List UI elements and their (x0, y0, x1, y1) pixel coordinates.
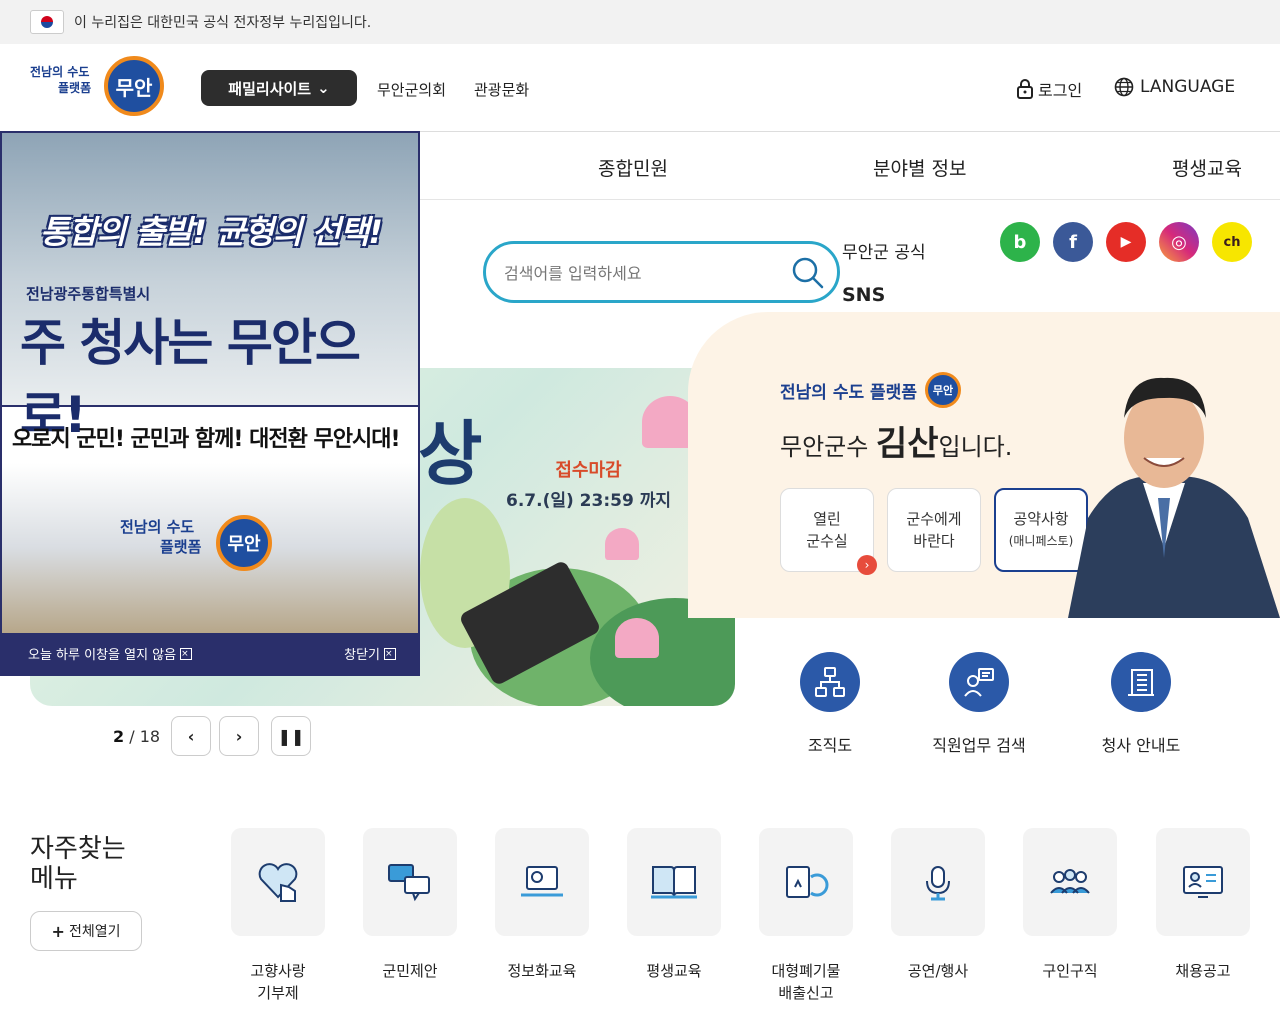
slider-controls: 2 / 18 ‹ › ❚❚ (113, 716, 311, 756)
pause-icon: ❚❚ (277, 726, 305, 746)
nav-field-info[interactable]: 분야별 정보 (873, 154, 966, 181)
building-icon (1111, 652, 1171, 712)
mayor-panel: 전남의 수도 플랫폼 무안 무안군수 김산입니다. 열린 군수실 › 군수에게 바란… (688, 312, 1280, 618)
chevron-left-icon: ‹ (187, 726, 195, 746)
menu-bulky-waste[interactable]: 대형폐기물 배출신고 (759, 828, 853, 1004)
popup-footer: 오늘 하루 이창을 열지 않음 × 창닫기 × (2, 633, 418, 674)
facebook-icon[interactable]: f (1053, 222, 1093, 262)
search-icon[interactable] (791, 256, 825, 290)
prev-slide-button[interactable]: ‹ (171, 716, 211, 756)
tourism-link[interactable]: 관광문화 (474, 79, 529, 100)
next-slide-button[interactable]: › (219, 716, 259, 756)
kakao-channel-icon[interactable]: ch (1212, 222, 1252, 262)
youtube-icon[interactable]: ▶ (1106, 222, 1146, 262)
mayor-title: 무안군수 김산입니다. (780, 424, 1013, 464)
logo-slogan: 전남의 수도 플랫폼 (30, 65, 92, 95)
popup-close-button[interactable]: 창닫기 × (344, 644, 396, 663)
slide-counter: 2 / 18 (113, 726, 161, 746)
open-all-button[interactable]: + 전체열기 (30, 911, 142, 951)
logo-badge: 무안 (104, 56, 164, 116)
nav-lifelong-education[interactable]: 평생교육 (1172, 154, 1242, 181)
popup-subheadline: 전남광주통합특별시 (26, 285, 151, 303)
recycle-icon (786, 866, 829, 898)
plus-icon: + (51, 921, 65, 941)
chat-bubbles-icon (388, 864, 430, 902)
building-guide-link[interactable]: 청사 안내도 (1066, 652, 1216, 756)
popup-hide-today-button[interactable]: 오늘 하루 이창을 열지 않음 × (28, 644, 193, 663)
menu-events[interactable]: 공연/행사 (891, 828, 985, 982)
menu-lifelong-education[interactable]: 평생교육 (627, 828, 721, 982)
menu-citizen-proposal[interactable]: 군민제안 (363, 828, 457, 982)
close-box-icon: × (384, 647, 396, 660)
heart-hand-icon (258, 863, 298, 902)
chevron-right-icon: › (235, 726, 243, 746)
laptop-icon (521, 866, 563, 897)
open-mayor-office-button[interactable]: 열린 군수실 › (780, 488, 877, 575)
id-card-icon (1183, 866, 1223, 898)
request-to-mayor-button[interactable]: 군수에게 바란다 (887, 488, 981, 572)
mayor-panel-logo: 전남의 수도 플랫폼 무안 (780, 372, 961, 408)
lock-icon (1017, 79, 1033, 99)
staff-search-link[interactable]: 직원업무 검색 (904, 652, 1054, 756)
menu-hometown-donation[interactable]: 고향사랑 기부제 (231, 828, 325, 1004)
login-button[interactable]: 로그인 (1016, 77, 1082, 101)
hero-deadline: 접수마감 6.7.(일) 23:59 까지 (506, 460, 671, 511)
mayor-photo (1068, 377, 1280, 618)
menu-recruitment[interactable]: 채용공고 (1156, 828, 1250, 982)
site-header: 전남의 수도 플랫폼 무안 패밀리사이트 ⌄ 무안군의회 관광문화 로그인 LA… (0, 44, 1280, 132)
search-box (483, 241, 840, 303)
notice-popup: 통합의 출발! 균형의 선택! 전남광주통합특별시 주 청사는 무안으로! 오로… (0, 131, 420, 676)
popup-logo-text: 전남의 수도 플랫폼 (120, 518, 202, 556)
menu-it-education[interactable]: 정보화교육 (495, 828, 589, 982)
nav-civil-service[interactable]: 종합민원 (598, 154, 668, 181)
korea-flag-icon (30, 10, 64, 34)
frequent-menu-title: 자주찾는 메뉴 (30, 834, 126, 894)
family-site-button[interactable]: 패밀리사이트 ⌄ (201, 70, 357, 106)
instagram-icon[interactable]: ◎ (1159, 222, 1199, 262)
gov-banner-text: 이 누리집은 대한민국 공식 전자정부 누리집입니다. (74, 15, 372, 31)
arrow-right-icon: › (857, 555, 877, 575)
council-link[interactable]: 무안군의회 (377, 79, 446, 100)
menu-job-search[interactable]: 구인구직 (1023, 828, 1117, 982)
search-input[interactable] (504, 260, 784, 286)
popup-headline: 통합의 출발! 균형의 선택! (40, 213, 383, 251)
open-book-icon (651, 866, 697, 899)
hero-title-fragment: 상 (418, 413, 483, 495)
popup-top-image: 통합의 출발! 균형의 선택! 전남광주통합특별시 주 청사는 무안으로! (2, 133, 418, 444)
blog-icon[interactable]: b (1000, 222, 1040, 262)
sns-title: 무안군 공식 SNS (842, 243, 926, 306)
pause-slide-button[interactable]: ❚❚ (271, 716, 311, 756)
close-box-icon: × (180, 647, 193, 660)
site-logo[interactable]: 전남의 수도 플랫폼 무안 (30, 56, 172, 122)
language-button[interactable]: LANGUAGE (1114, 77, 1235, 97)
popup-slogan: 오로지 군민! 군민과 함께! 대전환 무안시대! (12, 427, 400, 452)
sns-links: b f ▶ ◎ ch (1000, 222, 1252, 262)
globe-icon (1114, 77, 1134, 97)
staff-search-icon (949, 652, 1009, 712)
chevron-down-icon: ⌄ (317, 79, 330, 97)
org-chart-link[interactable]: 조직도 (755, 652, 905, 756)
popup-logo-badge: 무안 (216, 515, 272, 571)
gov-banner: 이 누리집은 대한민국 공식 전자정부 누리집입니다. (0, 0, 1280, 44)
people-group-icon (1050, 869, 1090, 894)
org-chart-icon (800, 652, 860, 712)
popup-bottom-image: 전남의 수도 플랫폼 무안 (2, 463, 418, 633)
microphone-icon (926, 866, 950, 901)
